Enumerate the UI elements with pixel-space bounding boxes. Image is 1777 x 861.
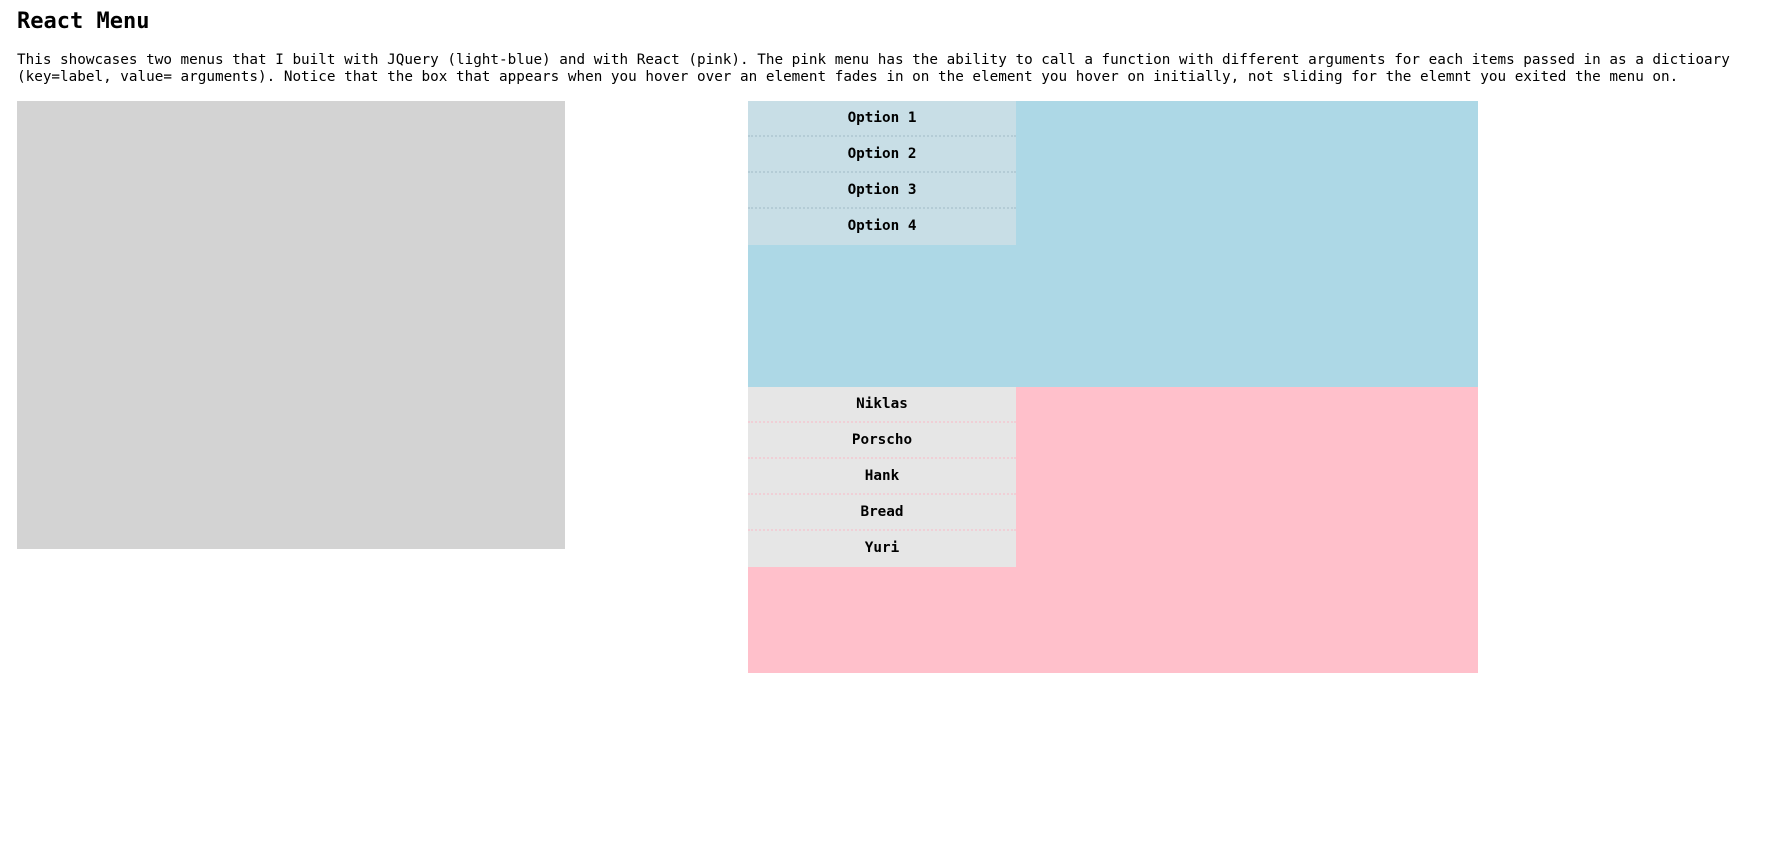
react-menu-panel[interactable]: Niklas Porscho Hank Bread Yuri: [748, 387, 1478, 673]
react-menu-item-hank[interactable]: Hank: [748, 459, 1016, 495]
jquery-menu-list: Option 1 Option 2 Option 3 Option 4: [748, 101, 1016, 245]
react-menu-item-porscho[interactable]: Porscho: [748, 423, 1016, 459]
jquery-menu-panel[interactable]: Option 1 Option 2 Option 3 Option 4: [748, 101, 1478, 387]
jquery-menu-item-option-1[interactable]: Option 1: [748, 101, 1016, 137]
jquery-menu-item-option-3[interactable]: Option 3: [748, 173, 1016, 209]
react-menu-list: Niklas Porscho Hank Bread Yuri: [748, 387, 1016, 567]
page-description: This showcases two menus that I built wi…: [17, 52, 1730, 85]
react-menu-item-niklas[interactable]: Niklas: [748, 387, 1016, 423]
react-menu-item-yuri[interactable]: Yuri: [748, 531, 1016, 567]
jquery-menu-item-option-2[interactable]: Option 2: [748, 137, 1016, 173]
react-menu-item-bread[interactable]: Bread: [748, 495, 1016, 531]
display-box: [17, 101, 565, 549]
page-title: React Menu: [17, 9, 150, 34]
jquery-menu-item-option-4[interactable]: Option 4: [748, 209, 1016, 245]
